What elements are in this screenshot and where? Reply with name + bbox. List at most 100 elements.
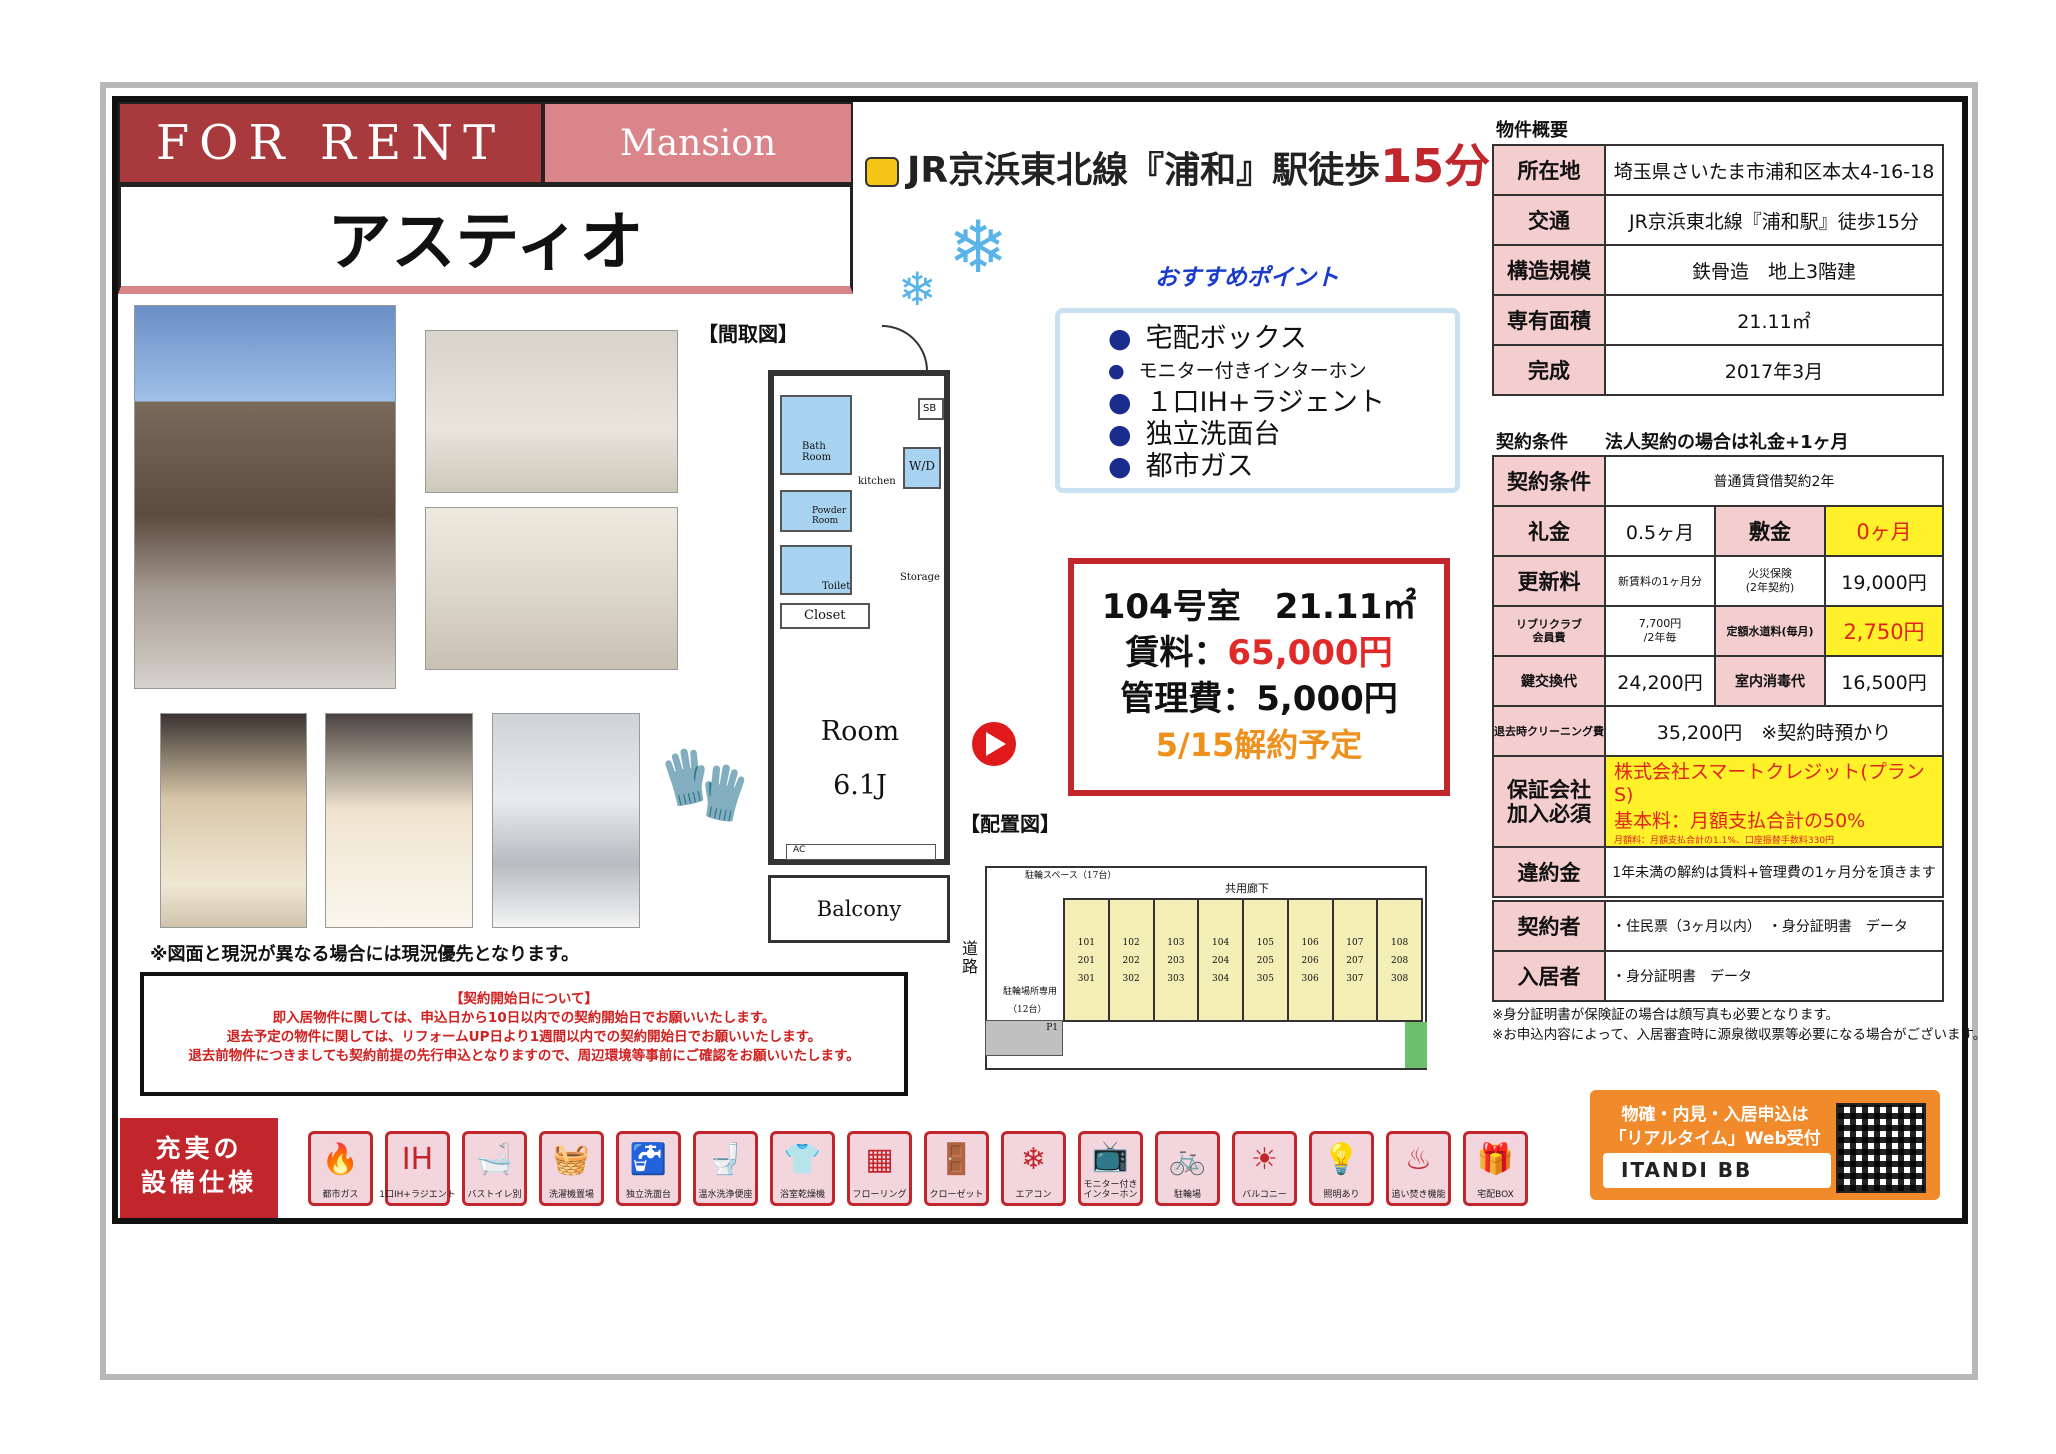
- room-number-area: 104号室 21.11㎡: [1101, 587, 1417, 627]
- reheating-icon: ♨ 追い焚き機能: [1386, 1130, 1451, 1206]
- city-gas-icon: 🔥 都市ガス: [308, 1130, 373, 1206]
- rent: 賃料：65,000円: [1125, 633, 1393, 673]
- fp-ac: AC: [786, 844, 936, 860]
- recommend-item: ● 独立洗面台: [1108, 419, 1281, 450]
- sp-corridor: 共用廊下: [1225, 882, 1269, 895]
- sp-bike-space: 駐輪スペース（17台）: [1025, 871, 1117, 881]
- unit-column: 108 208 308: [1391, 938, 1409, 984]
- table-row: 違約金 1年未満の解約は賃料+管理費の1ヶ月分を頂きます: [1492, 846, 1944, 898]
- washlet-icon: 🚽 温水洗浄便座: [693, 1130, 758, 1206]
- train-icon: [865, 157, 899, 187]
- equipment-title: 充実の 設備仕様: [120, 1118, 278, 1218]
- sp-parking-p1: P1: [985, 1020, 1063, 1056]
- fp-kitchen: kitchen: [858, 476, 896, 487]
- overview-table: 所在地 埼玉県さいたま市浦和区本太4-16-18 交通 JR京浜東北線『浦和駅』徒歩…: [1492, 144, 1944, 396]
- station-minutes: 15分: [1380, 139, 1491, 193]
- contract-start-line3: 退去前物件につきましても契約前提の先行申込となりますので、周辺環境等事前にご確認…: [188, 1048, 860, 1064]
- property-type-banner: Mansion: [543, 102, 853, 184]
- snowflake-icon: ❄: [948, 205, 1009, 289]
- table-row: 入居者 ・身分証明書 データ: [1492, 950, 1944, 1002]
- table-row: 保証会社 加入必須 株式会社スマートクレジット(プランS) 基本料：月額支払合計…: [1492, 755, 1944, 848]
- contract-start-line1: 即入居物件に関しては、申込日から10日以内での契約開始日でお願いいたします。: [272, 1010, 776, 1026]
- site-plan-units: 101 201 301 102 202 302 103 203 303 104 204 304 …: [1063, 898, 1423, 1022]
- fp-storage: Storage: [900, 572, 940, 583]
- overview-title: 物件概要: [1496, 120, 1568, 141]
- property-name: アスティオ: [118, 184, 853, 294]
- fp-toilet: Toilet: [780, 545, 852, 595]
- snowflake-small-icon: ❄: [898, 262, 937, 316]
- room-interior-photo-2: [425, 507, 678, 670]
- table-row: 契約者 ・住民票（3ヶ月以内） ・身分証明書 データ: [1492, 900, 1944, 952]
- unit-column: 103 203 303: [1155, 900, 1200, 1020]
- table-row: 礼金 0.5ヶ月 敷金 0ヶ月: [1492, 505, 1944, 557]
- fp-powder-room: Powder Room: [780, 490, 852, 532]
- fp-shoebox: SB: [918, 398, 944, 420]
- building-exterior-photo: [134, 305, 396, 689]
- station-access: JR京浜東北線『浦和』駅徒歩15分: [865, 130, 1490, 196]
- fp-main-room: Room 6.1J: [790, 705, 930, 813]
- fp-washer: W/D: [903, 447, 941, 489]
- separate-bath-icon: 🛁 バストイレ別: [462, 1130, 527, 1206]
- unit-column: 107 207 307: [1334, 900, 1379, 1020]
- washer-space-icon: 🧺 洗濯機置場: [539, 1130, 604, 1206]
- lighting-icon: 💡 照明あり: [1309, 1130, 1374, 1206]
- mittens-icon: 🧤: [660, 742, 750, 826]
- unit-column: 102 202 302: [1110, 900, 1155, 1020]
- fp-balcony: Balcony: [768, 875, 950, 943]
- unit-column: 106 206 306: [1289, 900, 1334, 1020]
- for-rent-banner: FOR RENT: [118, 102, 543, 184]
- station-text: JR京浜東北線『浦和』駅徒歩: [907, 150, 1381, 191]
- price-box: 104号室 21.11㎡ 賃料：65,000円 管理費：5,000円 5/15解…: [1068, 558, 1450, 796]
- documents-table: 契約者 ・住民票（3ヶ月以内） ・身分証明書 データ 入居者 ・身分証明書 データ: [1492, 900, 1944, 1002]
- fp-room-size: 6.1J: [833, 770, 887, 801]
- kitchen-photo: [492, 713, 640, 928]
- table-row: 専有面積 21.11㎡: [1492, 294, 1944, 346]
- table-row: 交通 JR京浜東北線『浦和駅』徒歩15分: [1492, 194, 1944, 246]
- sp-parking-label: 駐輪場所専用: [1003, 987, 1058, 997]
- fp-bath-room: Bath Room: [780, 395, 852, 475]
- recommend-title: おすすめポイント: [1155, 265, 1339, 291]
- table-row: 更新料 新賃料の1ヶ月分 火災保険 (2年契約) 19,000円: [1492, 555, 1944, 607]
- flooring-icon: ▦ フローリング: [847, 1130, 912, 1206]
- room-interior-photo-1: [425, 330, 678, 493]
- unit-column: 101 201 301: [1065, 900, 1110, 1020]
- qr-code[interactable]: [1836, 1103, 1926, 1193]
- contract-title: 契約条件: [1496, 432, 1568, 453]
- table-row: 退去時クリーニング費 35,200円 ※契約時預かり: [1492, 705, 1944, 757]
- fp-room-label: Room: [820, 716, 900, 747]
- site-plan-title: 【配置図】: [960, 812, 1060, 836]
- itandi-logo[interactable]: ITANDI BB: [1603, 1153, 1831, 1188]
- documents-note-2: ※お申込内容によって、入居審査時に源泉徴収票等必要になる場合がございます。: [1492, 1027, 1987, 1043]
- unit-column: 105 205 305: [1244, 900, 1289, 1020]
- sp-greenery: [1405, 1022, 1427, 1068]
- recommend-item: ● 都市ガス: [1108, 451, 1254, 482]
- floor-plan-title: 【間取図】: [698, 322, 798, 346]
- recommend-item: ● モニター付きインターホン: [1108, 360, 1367, 382]
- recommend-item: ● 宅配ボックス: [1108, 323, 1307, 354]
- intercom-icon: 📺 モニター付き インターホン: [1078, 1130, 1143, 1206]
- closet-icon: 🚪 クローゼット: [924, 1130, 989, 1206]
- delivery-box-icon: 🎁 宅配BOX: [1463, 1130, 1528, 1206]
- rent-value: 65,000円: [1227, 633, 1393, 673]
- unit-column: 104 204 304: [1199, 900, 1244, 1020]
- management-fee: 管理費：5,000円: [1120, 679, 1398, 719]
- itandi-text: 物確・内見・入居申込は 「リアルタイム」Web受付: [1609, 1105, 1821, 1149]
- guarantor-info: 株式会社スマートクレジット(プランS) 基本料：月額支払合計の50% 月額料：月…: [1604, 755, 1944, 848]
- table-row: 鍵交換代 24,200円 室内消毒代 16,500円: [1492, 655, 1944, 707]
- documents-notes: ※身分証明書が保険証の場合は顔写真も必要となります。 ※お申込内容によって、入居…: [1492, 1005, 1986, 1045]
- air-conditioner-icon: ❄ エアコン: [1001, 1130, 1066, 1206]
- contract-subtitle: 法人契約の場合は礼金+1ヶ月: [1605, 432, 1849, 453]
- bicycle-parking-icon: 🚲 駐輪場: [1155, 1130, 1220, 1206]
- balcony-icon: ☀ バルコニー: [1232, 1130, 1297, 1206]
- contract-start-title: 【契約開始日について】: [449, 991, 599, 1007]
- bathroom-photo: [160, 713, 307, 928]
- bath-dryer-icon: 👕 浴室乾燥機: [770, 1130, 835, 1206]
- contract-start-line2: 退去予定の物件に関しては、リフォームUP日より1週間以内での契約開始日でお願いい…: [226, 1029, 822, 1045]
- contract-table: 契約条件 普通賃貸借契約2年 礼金 0.5ヶ月 敷金 0ヶ月 更新料 新賃料の1ヶ月分 火災…: [1492, 455, 1944, 898]
- washbasin-photo: [325, 713, 473, 928]
- table-row: 構造規模 鉄骨造 地上3階建: [1492, 244, 1944, 296]
- ih-cooker-icon: IH 1口IH+ラジエント: [379, 1130, 456, 1206]
- equipment-icons: 🔥 都市ガス IH 1口IH+ラジエント 🛁 バストイレ別 🧺 洗濯機置場 🚰 独立洗面台…: [278, 1122, 1580, 1214]
- recommend-item: ● １口IH+ラジェント: [1108, 387, 1385, 418]
- recommend-box: ● 宅配ボックス ● モニター付きインターホン ● １口IH+ラジェント ● 独立洗面台…: [1055, 308, 1460, 493]
